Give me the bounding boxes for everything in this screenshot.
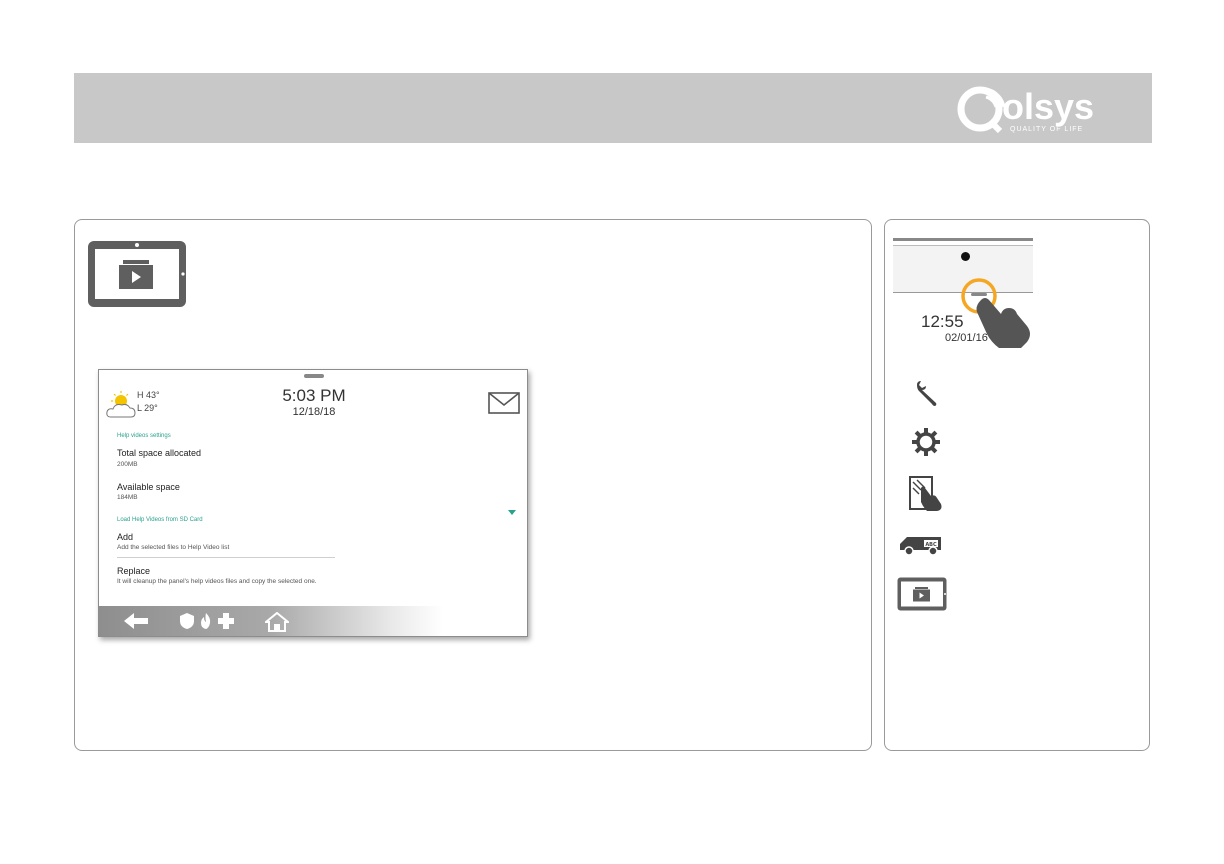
- shield-icon[interactable]: [179, 612, 195, 630]
- list-divider: [117, 557, 335, 558]
- tap-gesture-icon: [961, 278, 1030, 348]
- qolsys-logo: olsys QUALITY OF LIFE: [956, 83, 1132, 135]
- available-space-value: 184MB: [117, 494, 138, 501]
- bottom-navigation-bar: [99, 606, 527, 636]
- side-reference-panel: 12:55 02/01/16 ABC: [884, 219, 1150, 751]
- add-option-title[interactable]: Add: [117, 532, 133, 542]
- replace-option-description: It will cleanup the panel's help videos …: [117, 578, 317, 585]
- logo-q-icon: [957, 86, 1006, 134]
- gear-icon: [912, 428, 940, 456]
- available-space-title: Available space: [117, 482, 180, 492]
- panel-screen-mock: H 43° L 29° 5:03 PM 12/18/18 Help videos…: [98, 369, 528, 637]
- help-video-icon: [897, 577, 947, 611]
- screen-top-edge: [893, 238, 1033, 241]
- touch-calibration-icon: [909, 476, 942, 511]
- service-van-icon: ABC: [900, 537, 941, 556]
- chevron-down-icon[interactable]: [508, 510, 516, 515]
- pull-down-handle[interactable]: [304, 374, 324, 378]
- logo-tagline: QUALITY OF LIFE: [1010, 126, 1084, 133]
- add-option-description: Add the selected files to Help Video lis…: [117, 544, 230, 551]
- logo-wordmark: olsys: [1002, 86, 1095, 127]
- camera-dot: [961, 252, 970, 261]
- help-video-icon: [88, 241, 186, 307]
- fire-icon[interactable]: [199, 612, 213, 630]
- screen-time: 5:03 PM: [282, 386, 346, 405]
- wrench-icon: [917, 381, 937, 406]
- replace-option-title[interactable]: Replace: [117, 566, 150, 576]
- header-banner: olsys QUALITY OF LIFE: [74, 73, 1152, 143]
- total-space-value: 200MB: [117, 461, 138, 468]
- screen-date: 12/18/18: [292, 406, 336, 418]
- section-help-settings: Help videos settings: [117, 433, 171, 439]
- envelope-icon[interactable]: [488, 392, 520, 414]
- home-icon[interactable]: [265, 612, 289, 632]
- total-space-title: Total space allocated: [117, 448, 202, 458]
- back-arrow-icon[interactable]: [123, 612, 149, 630]
- svg-text:ABC: ABC: [925, 542, 937, 548]
- section-load-sd[interactable]: Load Help Videos from SD Card: [117, 517, 203, 523]
- medical-cross-icon[interactable]: [217, 612, 235, 630]
